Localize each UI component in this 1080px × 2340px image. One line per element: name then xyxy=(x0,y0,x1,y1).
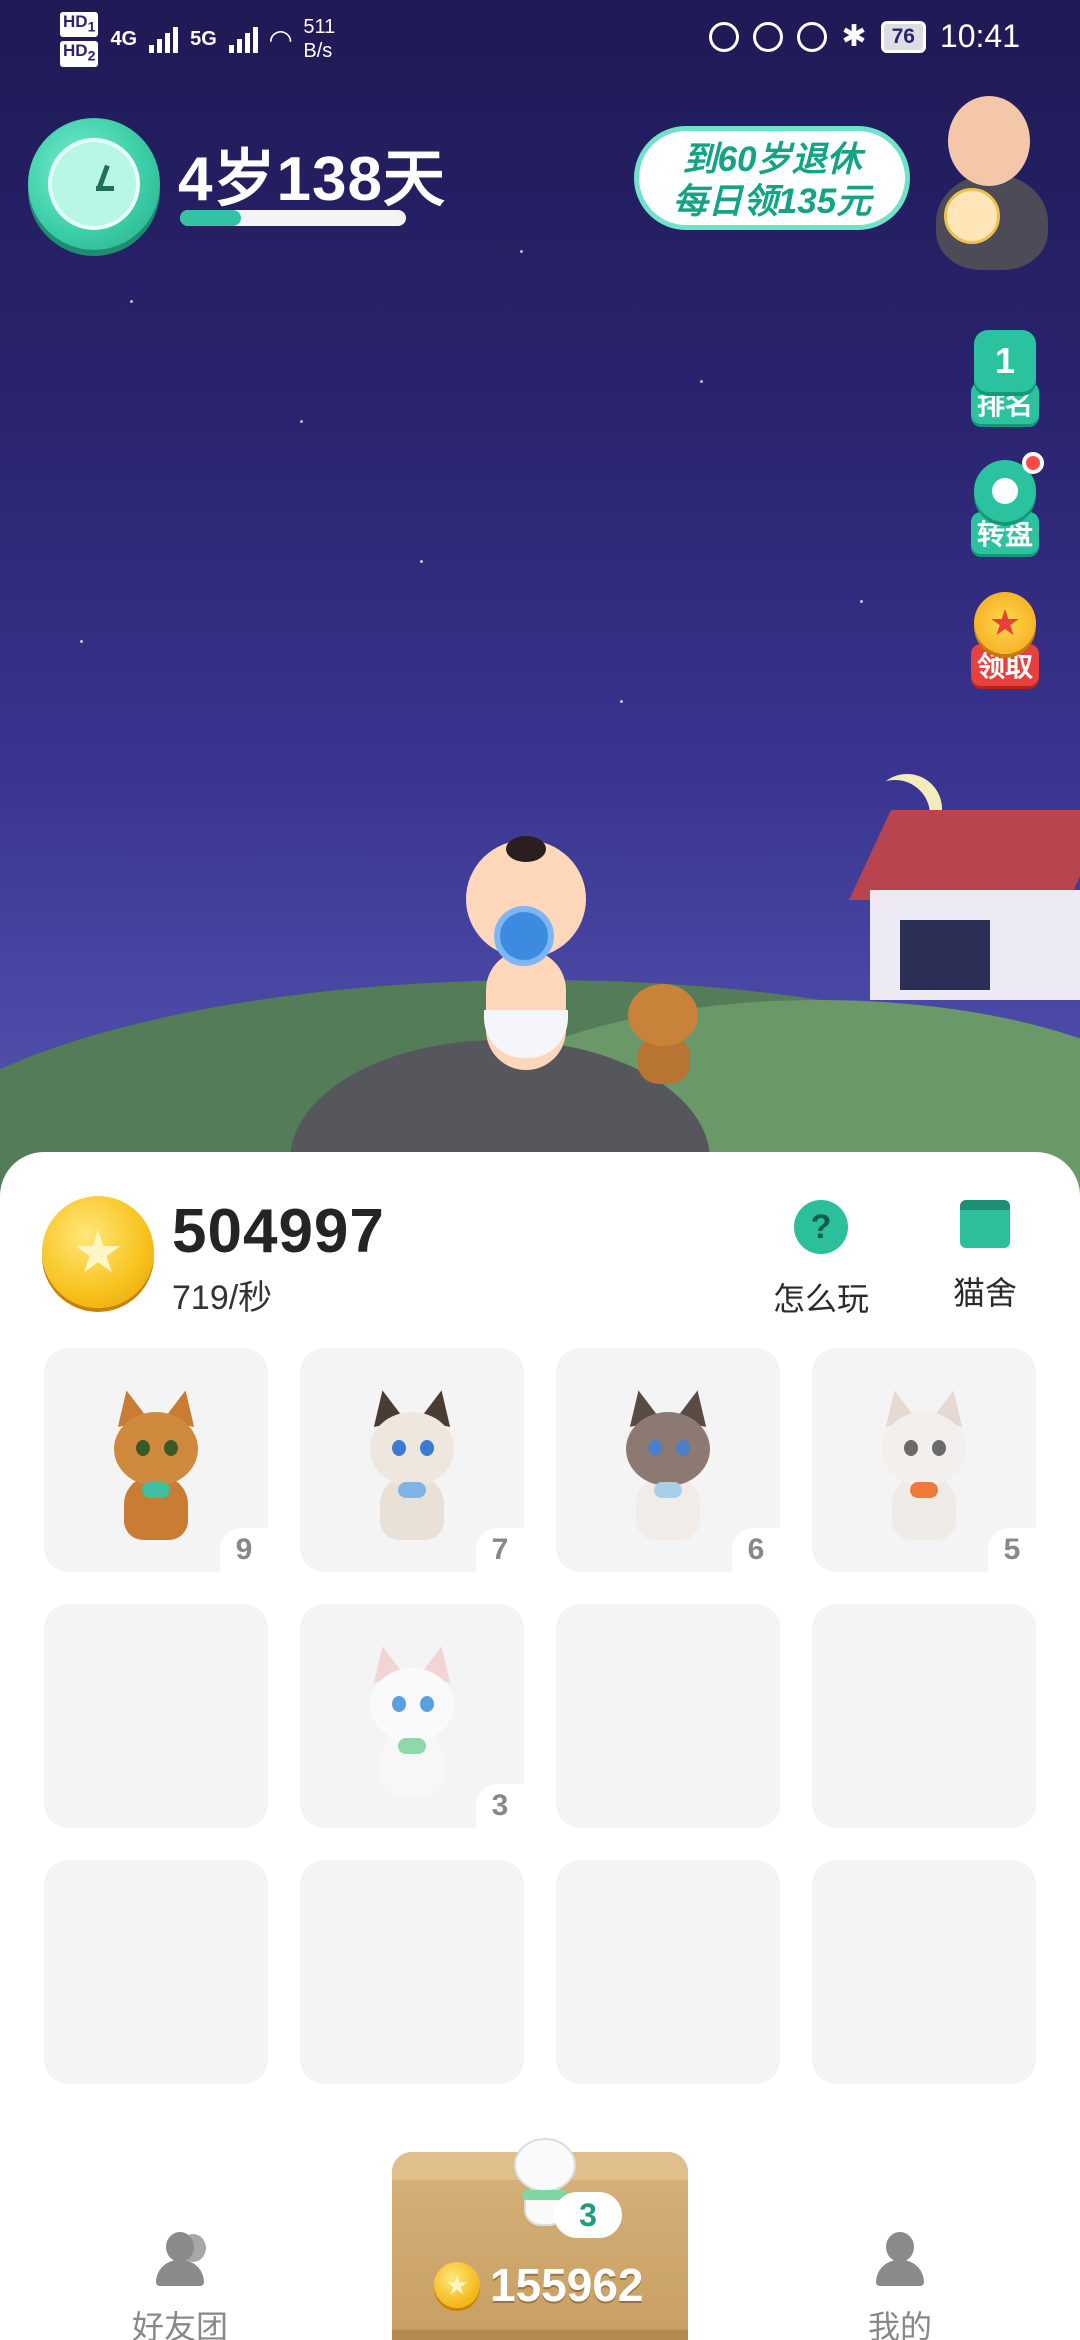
companion-cat[interactable] xyxy=(624,984,704,1084)
cat-slot[interactable]: 3 xyxy=(300,1604,524,1828)
baby-character[interactable] xyxy=(446,836,606,1090)
status-bar: HD1 HD2 4G 5G ◠ 511 B/s ✱ 76 10:41 xyxy=(0,0,1080,78)
how-to-play-button[interactable]: ? 怎么玩 xyxy=(766,1200,876,1320)
empty-slot[interactable] xyxy=(44,1604,268,1828)
friends-icon xyxy=(152,2232,208,2288)
network-type-2: 5G xyxy=(190,27,217,50)
cat-slot[interactable]: 5 xyxy=(812,1348,1036,1572)
coin-rate: 719/秒 xyxy=(172,1279,273,1317)
cat-slot[interactable]: 9 xyxy=(44,1348,268,1572)
ragdoll-cat xyxy=(618,1387,718,1540)
box-count-badge: 3 xyxy=(554,2192,622,2238)
profile-icon xyxy=(872,2232,928,2288)
box-price: ★ 155962 xyxy=(434,2258,644,2312)
cat-level: 7 xyxy=(476,1528,524,1572)
notification-dot xyxy=(1022,452,1044,474)
empty-slot[interactable] xyxy=(812,1860,1036,2084)
empty-slot[interactable] xyxy=(300,1860,524,2084)
age-label: 4岁138天 xyxy=(178,145,446,214)
siamese-cat xyxy=(362,1387,462,1540)
sim1-badge: HD1 xyxy=(60,12,99,38)
pacifier-icon xyxy=(494,906,554,966)
white-cat xyxy=(362,1643,462,1796)
empty-slot[interactable] xyxy=(44,1860,268,2084)
empty-slot[interactable] xyxy=(556,1604,780,1828)
signal-icon xyxy=(149,25,179,54)
alarm-icon xyxy=(797,21,828,52)
coin-icon: ★ xyxy=(434,2262,480,2308)
cat-level: 3 xyxy=(476,1784,524,1828)
coin-icon: ★ xyxy=(42,1196,154,1308)
signal-icon-2 xyxy=(228,25,258,54)
rank-icon: 1 xyxy=(974,330,1036,392)
cat-slot[interactable]: 7 xyxy=(300,1348,524,1572)
cat-grid: 9 7 6 5 3 xyxy=(44,1348,1036,2084)
clock-icon[interactable] xyxy=(28,118,160,250)
age-progress-fill xyxy=(180,210,242,226)
clock-time: 10:41 xyxy=(939,18,1020,54)
grandpa-avatar[interactable] xyxy=(930,96,1060,272)
retire-banner[interactable]: 到60岁退休 每日领135元 xyxy=(634,126,910,230)
cat-level: 5 xyxy=(988,1528,1036,1572)
house xyxy=(840,780,1080,1000)
coin-balance: 504997 xyxy=(172,1197,385,1266)
network-type-1: 4G xyxy=(110,27,138,50)
cat-level: 6 xyxy=(732,1528,780,1572)
eye-icon xyxy=(753,21,784,52)
claim-button[interactable]: ★ 领取 xyxy=(962,592,1048,686)
empty-slot[interactable] xyxy=(556,1860,780,2084)
star-icon: ★ xyxy=(974,592,1036,654)
cattery-icon xyxy=(960,1200,1010,1248)
help-icon: ? xyxy=(794,1200,848,1254)
cat-slot[interactable]: 6 xyxy=(556,1348,780,1572)
wheel-icon xyxy=(974,452,1044,522)
nav-friends[interactable]: 好友团 xyxy=(100,2232,260,2340)
cattery-button[interactable]: 猫舍 xyxy=(930,1200,1040,1314)
gray-cat xyxy=(874,1387,974,1540)
sim2-badge: HD2 xyxy=(60,41,99,67)
network-speed: 511 B/s xyxy=(303,16,336,63)
wheel-button[interactable]: 转盘 xyxy=(962,452,1048,554)
cat-level: 9 xyxy=(220,1528,268,1572)
empty-slot[interactable] xyxy=(812,1604,1036,1828)
orange-cat xyxy=(106,1387,206,1540)
game-scene xyxy=(0,0,1080,1200)
bluetooth-icon: ✱ xyxy=(841,20,867,53)
wifi-icon: ◠ xyxy=(269,23,292,55)
nav-me[interactable]: 我的 xyxy=(820,2232,980,2340)
rank-button[interactable]: 1 排名 xyxy=(962,330,1048,424)
lucky-cat-icon xyxy=(944,188,1000,244)
nfc-icon xyxy=(709,21,740,52)
age-progress-bar xyxy=(180,210,406,226)
battery-icon: 76 xyxy=(880,20,926,53)
